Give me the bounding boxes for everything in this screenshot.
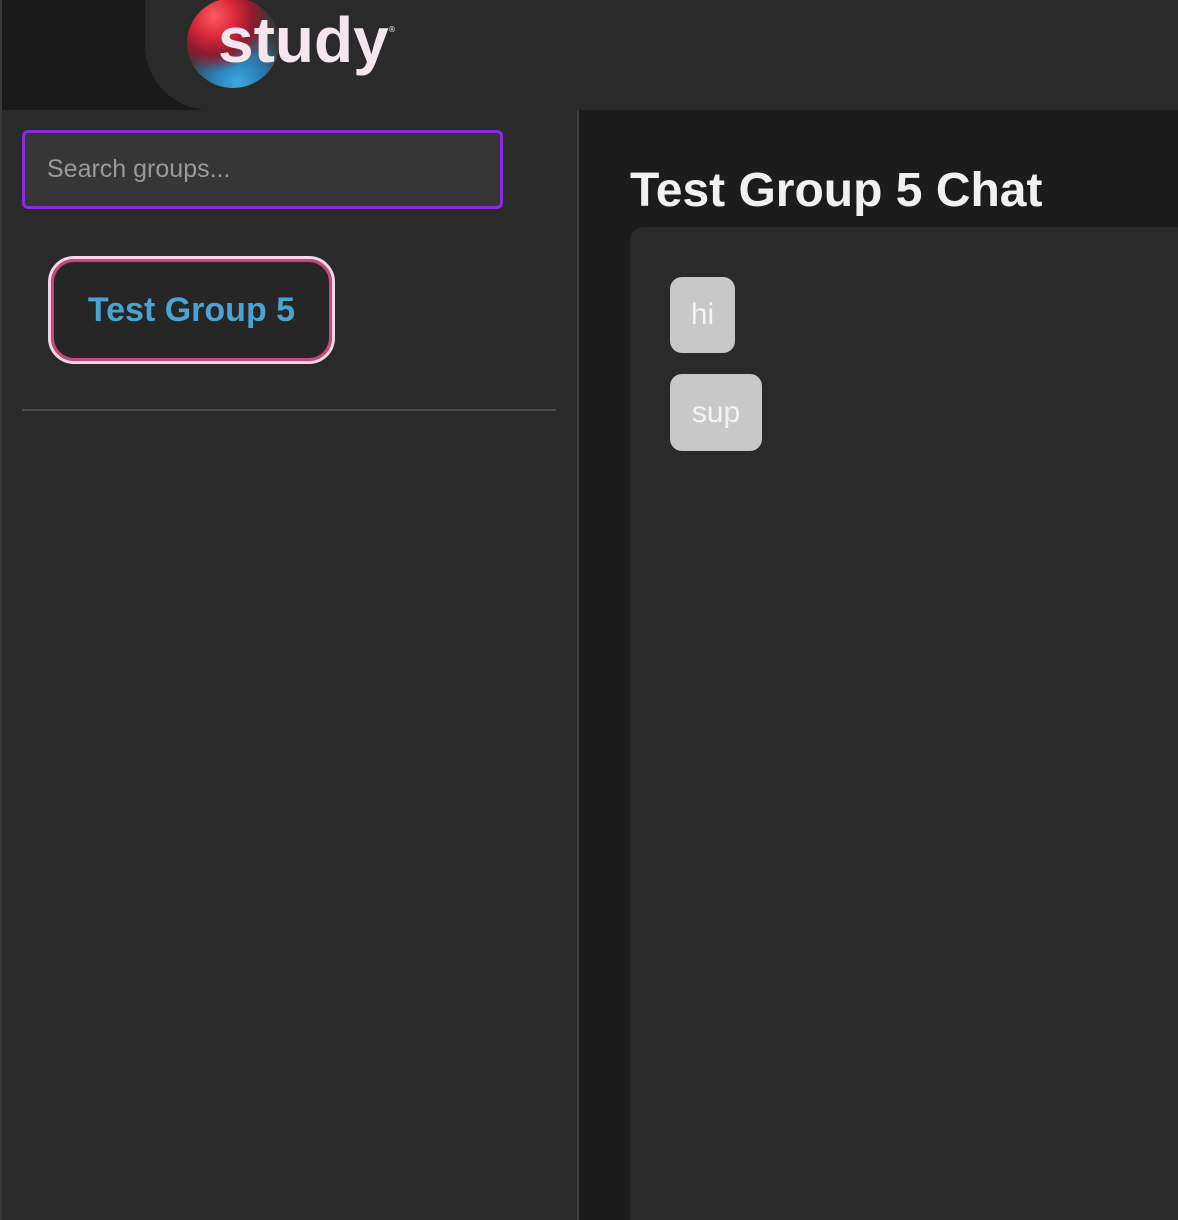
search-box xyxy=(22,130,503,209)
app-window: study ® Test Group 5 Test Group 5 Chat h… xyxy=(0,0,1178,1220)
group-item-test-group-5[interactable]: Test Group 5 xyxy=(48,256,335,364)
chat-title: Test Group 5 Chat xyxy=(630,164,1043,217)
chat-area: Test Group 5 Chat hi sup xyxy=(579,110,1178,1220)
app-logo-text[interactable]: study xyxy=(218,0,389,80)
group-item-label: Test Group 5 xyxy=(87,290,296,329)
message-text: sup xyxy=(691,395,741,429)
top-header: study ® xyxy=(2,0,1178,110)
message-bubble: sup xyxy=(670,374,762,451)
message-bubble: hi xyxy=(670,277,735,353)
chat-messages-panel[interactable]: hi sup xyxy=(630,227,1178,1220)
sidebar-divider xyxy=(22,409,556,411)
search-groups-input[interactable] xyxy=(25,133,500,206)
message-text: hi xyxy=(690,298,715,331)
groups-sidebar: Test Group 5 xyxy=(2,110,579,1220)
registered-mark: ® xyxy=(388,25,396,34)
